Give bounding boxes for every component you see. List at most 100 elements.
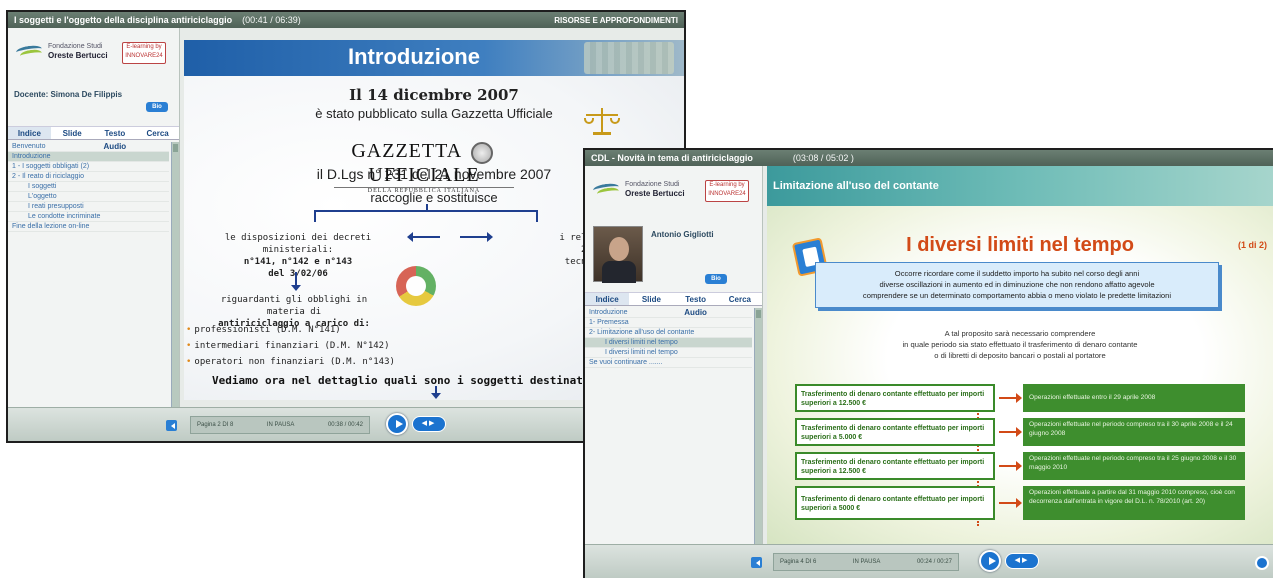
list-item: • intermediari finanziari (D.M. N°142) [186,341,390,351]
logo-line-2: Oreste Bertucci [48,51,108,60]
elearning-badge: E-learning by INNOVARE24 [705,180,749,202]
index-item[interactable]: Se vuoi continuare ....... [585,358,752,368]
arrow-left-icon [407,232,440,242]
index-item[interactable]: L'oggetto [8,192,169,202]
paragraph-line: in quale periodo sia stato effettuato il… [902,340,1138,349]
fullscreen-icon[interactable] [1255,556,1269,570]
player-status: Pagina 4 DI 6 IN PAUSA 00:24 / 00:27 [773,553,959,571]
arrow-right-icon [999,427,1022,437]
title-bar: I soggetti e l'oggetto della disciplina … [8,12,684,28]
limit-label: Trasferimento di denaro contante effettu… [795,452,995,480]
paragraph-line: o di libretti di deposito bancari o post… [934,351,1106,360]
index-item[interactable]: 2 - Il reato di riciclaggio [8,172,169,182]
index-item[interactable]: I reati presupposti [8,202,169,212]
limit-label: Trasferimento di denaro contante effettu… [795,418,995,446]
lesson-index: Introduzione 1- Premessa 2- Limitazione al… [585,308,752,368]
index-item[interactable]: I diversi limiti nel tempo [585,338,752,348]
lesson-title: I soggetti e l'oggetto della disciplina … [14,15,233,25]
left-block-line: le disposizioni dei decreti ministeriali… [224,233,372,255]
logo-line-1: Fondazione Studi [48,43,103,50]
fondazione-logo: Fondazione Studi Oreste Bertucci [16,42,108,60]
index-item[interactable]: 1 - I soggetti obbligati (2) [8,162,169,172]
page-indicator: Pagina 2 DI 8 [197,422,234,428]
emblem-icon [470,141,493,164]
play-state: IN PAUSA [852,559,881,565]
docente-label: Antonio Gigliotti [651,230,714,239]
bio-button[interactable]: Bio [705,274,727,284]
recycle-icon [396,266,436,306]
resources-link[interactable]: RISORSE E APPROFONDIMENTI [554,16,678,25]
index-item-label: 2 - Il reato di riciclaggio [12,173,84,180]
index-item-label: Le condotte incriminate [28,213,101,220]
bio-button[interactable]: Bio [146,102,168,112]
slide-header: Limitazione all'uso del contante [767,166,1273,206]
logo-line-2: Oreste Bertucci [625,189,685,198]
slide-area: Limitazione all'uso del contante I diver… [767,166,1273,544]
arrow-right-icon [999,393,1022,403]
gazzetta-word: GAZZETTA [351,140,463,162]
index-item-label: Se vuoi continuare ....... [589,359,663,366]
tab-testo-audio[interactable]: Testo Audio [94,127,137,151]
tab-testo-audio[interactable]: Testo Audio [674,293,718,317]
limit-period: Operazioni effettuate entro il 29 aprile… [1023,384,1245,412]
volume-icon[interactable] [166,420,177,431]
sidebar-tabs: Indice Slide Testo Audio Cerca [8,126,179,151]
index-item[interactable]: 1- Premessa [585,318,752,328]
tab-slide[interactable]: Slide [629,293,673,305]
info-box-line: comprendere se un determinato comportame… [862,291,1172,300]
prev-next-buttons[interactable]: ◀▶ [412,416,446,432]
play-button[interactable] [979,550,1001,572]
fondazione-logo: Fondazione Studi Oreste Bertucci [593,180,685,198]
paragraph-line: A tal proposito sarà necessario comprend… [944,329,1096,338]
index-item[interactable]: I soggetti [8,182,169,192]
tab-indice[interactable]: Indice [585,293,630,305]
subjects-list: • professionisti (D.M. N°141) • intermedia… [186,322,395,370]
slide-footer-line: Vediamo ora nel dettaglio quali sono i s… [212,374,623,387]
index-item[interactable]: Le condotte incriminate [8,212,169,222]
banknote-image [584,42,674,74]
index-item-label: 1- Premessa [589,319,629,326]
sidebar-tabs: Indice Slide Testo Audio Cerca [585,292,762,317]
slide-title: I diversi limiti nel tempo [906,234,1134,256]
lesson-window-2: CDL - Novità in tema di antiriciclaggio … [583,148,1273,578]
bracket-connector [314,204,538,222]
title-bar: CDL - Novità in tema di antiriciclaggio … [585,150,1273,166]
obligations-line: riguardanti gli obblighi in materia di [220,295,368,317]
docente-label: Docente: Simona De Filippis [14,90,123,99]
limit-row: Trasferimento di denaro contante effettu… [795,384,1245,412]
tab-cerca[interactable]: Cerca [718,293,762,305]
index-scrollbar[interactable] [754,308,762,544]
play-button[interactable] [386,413,408,435]
index-item[interactable]: Introduzione [8,152,169,162]
index-item[interactable]: Fine della lezione on-line [8,222,169,232]
prev-next-buttons[interactable]: ◀▶ [1005,553,1039,569]
index-item[interactable]: 2- Limitazione all'uso del contante [585,328,752,338]
player-time: 00:38 / 00:42 [327,422,363,428]
player-bar: Pagina 4 DI 6 IN PAUSA 00:24 / 00:27 ◀▶ [585,544,1273,578]
index-item[interactable]: Benvenuto [8,142,169,152]
info-box-line: Occorre ricordare come il suddetto impor… [894,269,1140,278]
lesson-index: Benvenuto Introduzione 1 - I soggetti obbl… [8,142,169,232]
slide-page-counter: (1 di 2) [1237,240,1267,250]
index-item-label: Introduzione [589,309,628,316]
tab-slide[interactable]: Slide [51,127,94,139]
list-item: • operatori non finanziari (D.M. n°143) [186,357,395,367]
limit-period: Operazioni effettuate a partire dal 31 m… [1023,486,1245,520]
index-item[interactable]: Introduzione [585,308,752,318]
index-item-label: I diversi limiti nel tempo [605,349,678,356]
sidebar: Fondazione Studi Oreste Bertucci E-learni… [585,166,763,544]
tab-indice[interactable]: Indice [8,127,51,139]
sidebar: Fondazione Studi Oreste Bertucci E-learni… [8,28,180,407]
player-time: 00:24 / 00:27 [916,559,952,565]
justice-scale-icon [584,106,620,136]
volume-icon[interactable] [751,557,762,568]
index-scrollbar[interactable] [171,142,179,407]
tab-cerca[interactable]: Cerca [136,127,179,139]
limit-label: Trasferimento di denaro contante effettu… [795,384,995,412]
arrow-right-icon [999,461,1022,471]
index-item-label: 1 - I soggetti obbligati (2) [12,163,90,170]
index-item[interactable]: I diversi limiti nel tempo [585,348,752,358]
list-item: • professionisti (D.M. N°141) [186,325,341,335]
arrow-down-icon [291,272,301,291]
page-indicator: Pagina 4 DI 6 [780,559,817,565]
